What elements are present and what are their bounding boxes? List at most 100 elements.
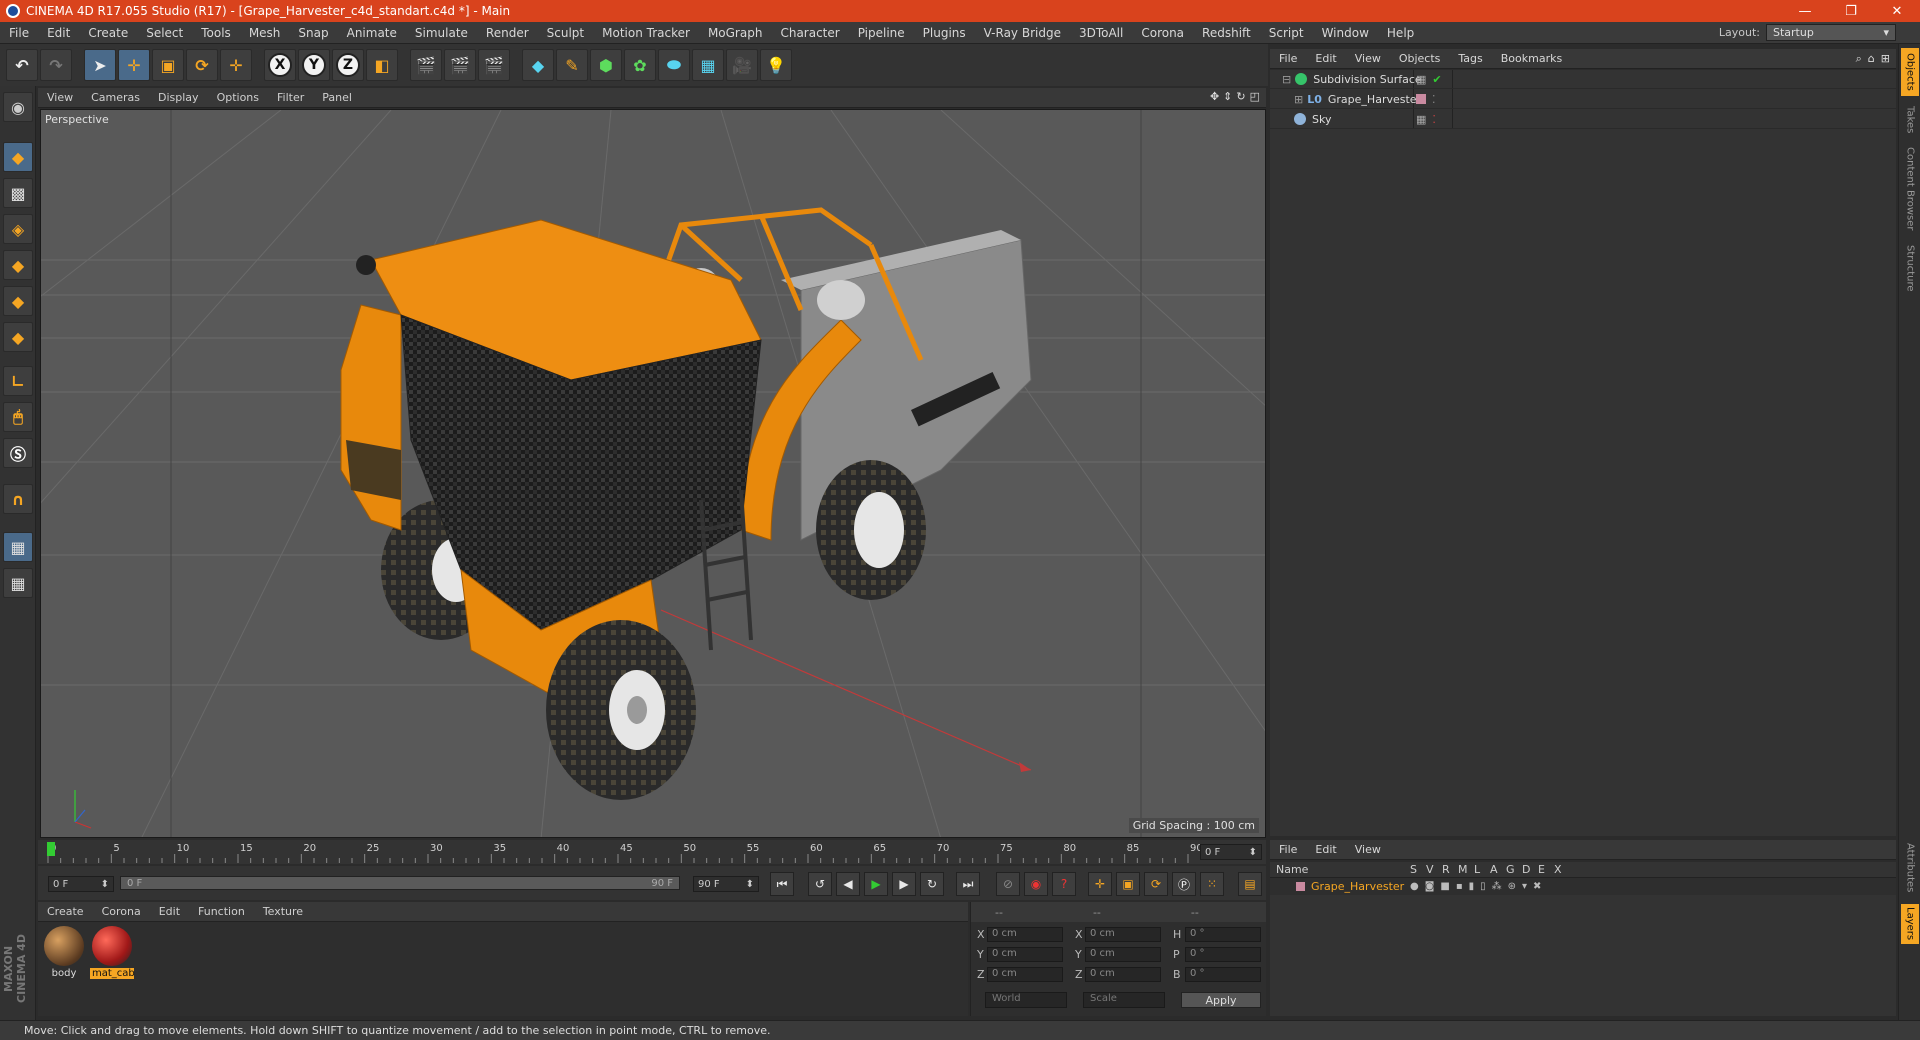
om-menu-tags[interactable]: Tags (1449, 52, 1491, 65)
tweak-mode-icon[interactable]: 🖱 (3, 402, 33, 432)
position-y-field[interactable]: 0 cm (987, 947, 1063, 962)
previous-key-icon[interactable]: ↺ (808, 872, 832, 896)
expand-icon[interactable]: ⊞ (1294, 93, 1303, 106)
make-editable-icon[interactable]: ◉ (3, 92, 33, 122)
layer-color-swatch[interactable] (1416, 94, 1426, 104)
material-menu-edit[interactable]: Edit (150, 905, 189, 918)
scale-mode-select[interactable]: Scale (1083, 992, 1165, 1008)
key-scale-icon[interactable]: ▣ (1116, 872, 1140, 896)
size-x-field[interactable]: 0 cm (1085, 927, 1161, 942)
material-menu-corona[interactable]: Corona (93, 905, 150, 918)
menu-window[interactable]: Window (1313, 26, 1378, 40)
layout-dropdown[interactable]: Startup ▾ (1766, 24, 1896, 41)
previous-frame-icon[interactable]: ◀ (836, 872, 860, 896)
object-row-sky[interactable]: Sky ▦ ⁚ (1270, 110, 1896, 129)
viewport-zoom-icon[interactable]: ⇕ (1223, 90, 1232, 103)
material-menu-texture[interactable]: Texture (254, 905, 312, 918)
pen-spline-icon[interactable]: ✎ (556, 49, 588, 81)
rotation-b-field[interactable]: 0 ° (1185, 967, 1261, 982)
texture-mode-icon[interactable]: ▩ (3, 178, 33, 208)
points-mode-icon[interactable]: ◆ (3, 250, 33, 280)
edges-mode-icon[interactable]: ◆ (3, 286, 33, 316)
cube-primitive-icon[interactable]: ◆ (522, 49, 554, 81)
layer-toggle-icon[interactable]: ▦ (1416, 73, 1426, 86)
menu-pipeline[interactable]: Pipeline (849, 26, 914, 40)
floor-scene-icon[interactable]: ▦ (692, 49, 724, 81)
menu-file[interactable]: File (0, 26, 38, 40)
autokey-icon[interactable]: ◉ (1024, 872, 1048, 896)
go-to-end-icon[interactable]: ⏭ (956, 872, 980, 896)
menu-animate[interactable]: Animate (338, 26, 406, 40)
menu-select[interactable]: Select (137, 26, 192, 40)
coordinate-system-icon[interactable]: ◧ (366, 49, 398, 81)
viewport-menu-cameras[interactable]: Cameras (82, 91, 149, 104)
axis-mode-icon[interactable]: ∟ (3, 366, 33, 396)
menu-snap[interactable]: Snap (289, 26, 337, 40)
tab-content-browser[interactable]: Content Browser (1901, 144, 1919, 234)
polygons-mode-icon[interactable]: ◆ (3, 322, 33, 352)
render-settings-icon[interactable]: 🎬 (478, 49, 510, 81)
position-z-field[interactable]: 0 cm (987, 967, 1063, 982)
object-row-subdivision-surface[interactable]: ⊟ Subdivision Surface ▦ ✔ (1270, 70, 1896, 89)
material-swatch-body[interactable]: body (42, 926, 86, 979)
object-row-grape-harvester[interactable]: ⊞ L0 Grape_Harvester ⁚ (1270, 90, 1896, 109)
size-z-field[interactable]: 0 cm (1085, 967, 1161, 982)
om-menu-bookmarks[interactable]: Bookmarks (1492, 52, 1571, 65)
lm-menu-view[interactable]: View (1346, 843, 1390, 856)
menu-create[interactable]: Create (79, 26, 137, 40)
grape-harvester-model[interactable] (340, 207, 1032, 800)
scale-tool-icon[interactable]: ▣ (152, 49, 184, 81)
light-icon[interactable]: 💡 (760, 49, 792, 81)
render-to-picture-viewer-icon[interactable]: 🎬 (444, 49, 476, 81)
live-selection-icon[interactable]: ➤ (84, 49, 116, 81)
z-axis-lock-button[interactable]: Z (332, 49, 364, 81)
end-frame-field[interactable]: 90 F ⬍ (693, 876, 759, 892)
layer-flag-icons[interactable]: ●◙■▪▮▯⁂⊛▾✖ (1410, 881, 1547, 892)
menu-edit[interactable]: Edit (38, 26, 79, 40)
next-frame-icon[interactable]: ▶ (892, 872, 916, 896)
key-parameter-icon[interactable]: Ⓟ (1172, 872, 1196, 896)
new-view-icon[interactable]: ⊞ (1881, 52, 1890, 66)
collapse-icon[interactable]: ⊟ (1282, 73, 1291, 86)
timeline-ruler[interactable]: 051015202530354045505560657075808590 0 F… (38, 840, 1266, 864)
keyframe-selection-icon[interactable]: ? (1052, 872, 1076, 896)
rotation-p-field[interactable]: 0 ° (1185, 947, 1261, 962)
rotation-h-field[interactable]: 0 ° (1185, 927, 1261, 942)
menu-sculpt[interactable]: Sculpt (538, 26, 593, 40)
timeline-window-icon[interactable]: ▤ (1238, 872, 1262, 896)
magnet-icon[interactable]: ∩ (3, 484, 33, 514)
viewport-rotate-icon[interactable]: ↻ (1236, 90, 1245, 103)
menu-tools[interactable]: Tools (192, 26, 240, 40)
snap-mode-icon[interactable]: Ⓢ (3, 438, 33, 468)
viewport-menu-options[interactable]: Options (208, 91, 268, 104)
menu-script[interactable]: Script (1260, 26, 1313, 40)
coordinate-mode-select[interactable]: World (985, 992, 1067, 1008)
deformer-icon[interactable]: ⬬ (658, 49, 690, 81)
lm-menu-edit[interactable]: Edit (1306, 843, 1345, 856)
viewport-camera-label[interactable]: Perspective (45, 113, 109, 126)
tab-attributes[interactable]: Attributes (1901, 838, 1919, 898)
size-y-field[interactable]: 0 cm (1085, 947, 1161, 962)
start-frame-field[interactable]: 0 F ⬍ (48, 876, 114, 892)
go-to-start-icon[interactable]: ⏮ (770, 872, 794, 896)
position-x-field[interactable]: 0 cm (987, 927, 1063, 942)
menu-vray-bridge[interactable]: V-Ray Bridge (975, 26, 1070, 40)
key-pla-icon[interactable]: ⁙ (1200, 872, 1224, 896)
workplane-mode-icon[interactable]: ◈ (3, 214, 33, 244)
close-button[interactable]: ✕ (1874, 0, 1920, 22)
menu-redshift[interactable]: Redshift (1193, 26, 1260, 40)
subdivision-surface-icon[interactable]: ⬢ (590, 49, 622, 81)
x-axis-lock-button[interactable]: X (264, 49, 296, 81)
viewport-menu-display[interactable]: Display (149, 91, 208, 104)
menu-3dtoall[interactable]: 3DToAll (1070, 26, 1132, 40)
visibility-dots-icon[interactable]: ⁚ (1432, 113, 1436, 126)
perspective-viewport[interactable]: Perspective Grid Spacing : 100 cm (40, 109, 1266, 838)
redo-icon[interactable]: ↷ (40, 49, 72, 81)
viewport-maximize-icon[interactable]: ◰ (1250, 90, 1260, 103)
material-menu-create[interactable]: Create (38, 905, 93, 918)
menu-motion-tracker[interactable]: Motion Tracker (593, 26, 699, 40)
menu-corona[interactable]: Corona (1132, 26, 1193, 40)
lm-menu-file[interactable]: File (1270, 843, 1306, 856)
menu-character[interactable]: Character (771, 26, 848, 40)
y-axis-lock-button[interactable]: Y (298, 49, 330, 81)
